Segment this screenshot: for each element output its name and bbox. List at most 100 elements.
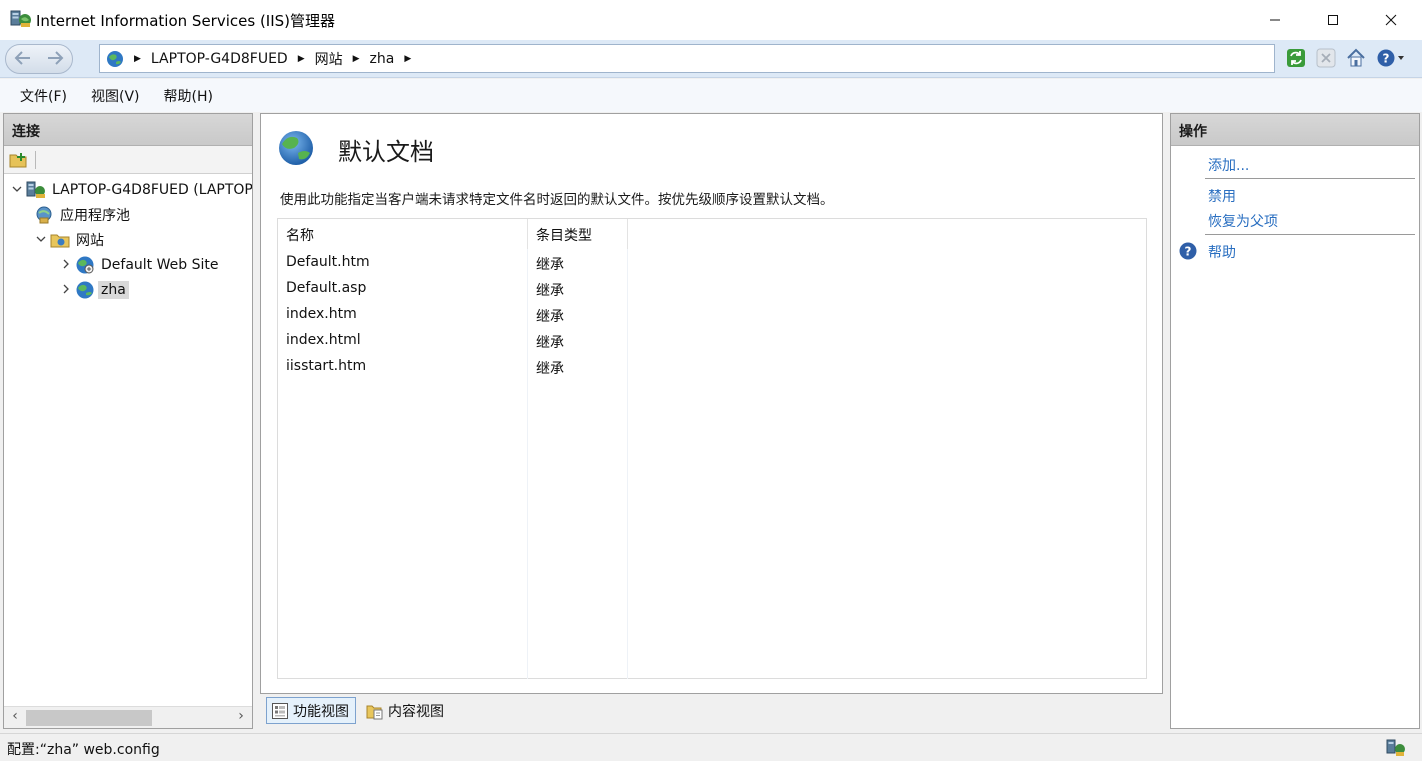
cell-name: Default.asp — [286, 280, 367, 296]
cell-type: 继承 — [536, 309, 564, 325]
scroll-left-icon[interactable]: ‹ — [6, 708, 24, 724]
default-documents-list[interactable]: 名称 条目类型 Default.htm 继承 Default.asp 继承 in… — [277, 218, 1147, 679]
breadcrumb-server[interactable]: LAPTOP-G4D8FUED — [151, 51, 288, 67]
menu-file[interactable]: 文件(F) — [0, 86, 79, 106]
address-bar[interactable]: ▶ LAPTOP-G4D8FUED ▶ 网站 ▶ zha ▶ — [99, 44, 1275, 73]
expand-icon[interactable] — [59, 284, 73, 297]
breadcrumb-separator-icon[interactable]: ▶ — [353, 54, 360, 64]
address-toolbar: ? — [1284, 46, 1408, 70]
table-row[interactable]: Default.asp 继承 — [278, 276, 628, 302]
back-button[interactable] — [8, 47, 38, 71]
home-button[interactable] — [1344, 46, 1368, 70]
cell-name: Default.htm — [286, 254, 370, 270]
stop-button[interactable] — [1314, 46, 1338, 70]
title-bar: Internet Information Services (IIS)管理器 — [0, 0, 1422, 40]
status-text: 配置:“zha” web.config — [7, 742, 160, 758]
column-header-name[interactable]: 名称 — [278, 219, 528, 249]
connections-panel: 连接 LAPTOP-G4D8FUED (LAPTOP-G4D8FUED\Admi… — [3, 113, 253, 729]
tree-label-default-web-site: Default Web Site — [101, 257, 219, 273]
tree-node-server[interactable]: LAPTOP-G4D8FUED (LAPTOP-G4D8FUED\Admin) — [10, 178, 252, 202]
help-icon: ? — [1179, 242, 1197, 260]
tab-feature-view-label: 功能视图 — [293, 703, 349, 720]
tree-node-sites[interactable]: 网站 — [34, 228, 107, 252]
feature-panel: 默认文档 使用此功能指定当客户端未请求特定文件名时返回的默认文件。按优先级顺序设… — [260, 113, 1163, 694]
iis-server-status-icon — [1386, 739, 1405, 756]
arrow-left-icon — [14, 51, 30, 65]
breadcrumb-site[interactable]: zha — [370, 51, 395, 67]
stop-icon — [1316, 48, 1336, 68]
breadcrumb-separator-icon: ▶ — [134, 53, 141, 64]
breadcrumb-separator-icon[interactable]: ▶ — [404, 54, 411, 64]
help-dropdown-button[interactable]: ? — [1374, 46, 1408, 70]
action-disable[interactable]: 禁用 — [1208, 186, 1236, 206]
nav-buttons — [5, 44, 73, 74]
action-help[interactable]: 帮助 — [1208, 242, 1236, 262]
forward-button[interactable] — [40, 47, 70, 71]
minimize-button[interactable] — [1246, 0, 1304, 40]
scrollbar-thumb[interactable] — [26, 710, 152, 726]
action-add[interactable]: 添加... — [1208, 155, 1249, 175]
globe-icon — [107, 50, 123, 67]
svg-text:?: ? — [1185, 245, 1192, 259]
tab-content-view-label: 内容视图 — [388, 703, 444, 720]
actions-header: 操作 — [1171, 114, 1419, 146]
close-button[interactable] — [1362, 0, 1420, 40]
action-separator — [1205, 234, 1415, 235]
create-connection-icon[interactable] — [9, 151, 29, 169]
breadcrumb-sites[interactable]: 网站 — [315, 49, 343, 69]
cell-name: index.html — [286, 332, 361, 348]
status-bar: 配置:“zha” web.config — [0, 733, 1422, 761]
menu-help[interactable]: 帮助(H) — [152, 86, 225, 106]
cell-name: iisstart.htm — [286, 358, 367, 374]
scroll-right-icon[interactable]: › — [232, 708, 250, 724]
table-row[interactable]: index.htm 继承 — [278, 302, 628, 328]
minimize-icon — [1270, 19, 1280, 21]
tree-label-app-pools: 应用程序池 — [60, 208, 130, 224]
tree-node-app-pools[interactable]: 应用程序池 — [32, 203, 133, 227]
toolbar-separator — [35, 150, 36, 169]
arrow-right-icon — [48, 51, 64, 65]
tree-label-server: LAPTOP-G4D8FUED (LAPTOP-G4D8FUED\Admin) — [52, 182, 252, 198]
help-icon: ? — [1377, 49, 1404, 67]
horizontal-scrollbar[interactable]: ‹ › — [4, 706, 252, 728]
website-icon — [75, 255, 95, 275]
refresh-button[interactable] — [1284, 46, 1308, 70]
breadcrumb-separator-icon[interactable]: ▶ — [298, 54, 305, 64]
expand-icon[interactable] — [59, 259, 73, 272]
home-icon — [1347, 48, 1365, 67]
action-separator — [1205, 178, 1415, 179]
tree-node-default-web-site[interactable]: Default Web Site — [59, 253, 221, 277]
cell-name: index.htm — [286, 306, 357, 322]
iis-manager-icon — [10, 10, 31, 27]
server-icon — [26, 180, 46, 200]
cell-type: 继承 — [536, 335, 564, 351]
tree-node-zha[interactable]: zha — [59, 278, 129, 302]
menu-bar: 文件(F) 视图(V) 帮助(H) — [0, 79, 1422, 112]
refresh-icon — [1287, 49, 1305, 67]
column-header-type[interactable]: 条目类型 — [528, 219, 628, 249]
tree-label-zha: zha — [98, 281, 129, 299]
table-row[interactable]: iisstart.htm 继承 — [278, 354, 628, 380]
tree-label-sites: 网站 — [76, 233, 104, 249]
maximize-icon — [1328, 15, 1338, 25]
table-row[interactable]: index.html 继承 — [278, 328, 628, 354]
navigation-bar: ▶ LAPTOP-G4D8FUED ▶ 网站 ▶ zha ▶ ? — [0, 40, 1422, 78]
content-view-icon — [366, 705, 383, 719]
connections-tree: LAPTOP-G4D8FUED (LAPTOP-G4D8FUED\Admin) … — [4, 174, 252, 704]
cell-type: 继承 — [536, 257, 564, 273]
maximize-button[interactable] — [1304, 0, 1362, 40]
connections-toolbar — [4, 146, 252, 174]
tab-feature-view[interactable]: 功能视图 — [266, 697, 356, 724]
view-switcher: 功能视图 内容视图 — [260, 697, 450, 727]
page-title: 默认文档 — [338, 138, 434, 166]
sites-folder-icon — [50, 230, 70, 250]
action-revert[interactable]: 恢复为父项 — [1208, 211, 1278, 231]
table-row[interactable]: Default.htm 继承 — [278, 250, 628, 276]
website-icon — [75, 280, 95, 300]
cell-type: 继承 — [536, 283, 564, 299]
collapse-icon[interactable] — [10, 184, 24, 197]
menu-view[interactable]: 视图(V) — [79, 86, 152, 106]
collapse-icon[interactable] — [34, 234, 48, 247]
actions-panel: 操作 添加... 禁用 恢复为父项 ? 帮助 — [1170, 113, 1420, 729]
tab-content-view[interactable]: 内容视图 — [362, 697, 450, 724]
